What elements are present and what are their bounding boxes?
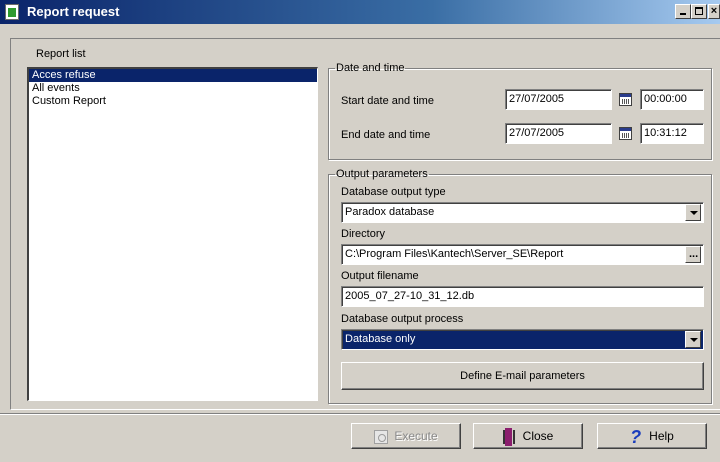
- date-time-legend: Date and time: [336, 62, 405, 74]
- output-filename-field[interactable]: 2005_07_27-10_31_12.db: [341, 286, 704, 307]
- chevron-down-icon: [690, 338, 698, 342]
- close-window-button[interactable]: ×: [708, 4, 720, 19]
- report-list-label: Report list: [36, 48, 86, 60]
- start-date-label: Start date and time: [341, 95, 434, 107]
- ellipsis-icon: ...: [689, 248, 699, 260]
- end-date-label: End date and time: [341, 129, 431, 141]
- close-button[interactable]: Close: [473, 423, 583, 449]
- directory-field[interactable]: C:\Program Files\Kantech\Server_SE\Repor…: [341, 244, 704, 265]
- output-parameters-legend: Output parameters: [336, 168, 428, 180]
- calendar-icon[interactable]: [619, 93, 632, 106]
- report-request-window: Report request × Report list Acces refus…: [0, 0, 720, 462]
- execute-button[interactable]: Execute: [351, 423, 461, 449]
- door-icon: [502, 427, 517, 446]
- end-time-field[interactable]: 10:31:12: [640, 123, 704, 144]
- app-icon: [5, 4, 19, 20]
- end-date-field[interactable]: 27/07/2005: [505, 123, 612, 144]
- db-process-label: Database output process: [341, 313, 464, 325]
- start-date-field[interactable]: 27/07/2005: [505, 89, 612, 110]
- execute-icon: [374, 429, 389, 444]
- maximize-icon: [695, 7, 703, 15]
- window-title: Report request: [27, 4, 120, 19]
- list-item[interactable]: Custom Report: [29, 95, 317, 108]
- db-process-dropdown-button[interactable]: [685, 331, 701, 348]
- browse-button[interactable]: ...: [685, 246, 701, 263]
- calendar-icon[interactable]: [619, 127, 632, 140]
- close-label: Close: [522, 429, 554, 443]
- question-icon: ?: [630, 426, 642, 447]
- directory-label: Directory: [341, 228, 386, 240]
- date-time-group: Date and time: [328, 62, 712, 160]
- db-type-dropdown-button[interactable]: [685, 204, 701, 221]
- start-time-field[interactable]: 00:00:00: [640, 89, 704, 110]
- chevron-down-icon: [690, 211, 698, 215]
- maximize-button[interactable]: [691, 4, 707, 19]
- close-icon: ×: [710, 5, 718, 17]
- execute-label: Execute: [394, 429, 438, 443]
- bottom-separator: [0, 413, 720, 415]
- help-button[interactable]: ? Help: [597, 423, 707, 449]
- minimize-icon: [680, 13, 686, 15]
- list-item[interactable]: Acces refuse: [29, 69, 317, 82]
- list-item[interactable]: All events: [29, 82, 317, 95]
- db-type-select[interactable]: Paradox database: [341, 202, 704, 223]
- db-type-label: Database output type: [341, 186, 446, 198]
- define-email-button[interactable]: Define E-mail parameters: [341, 362, 704, 390]
- report-list[interactable]: Acces refuse All events Custom Report: [27, 67, 318, 401]
- title-bar[interactable]: Report request ×: [0, 0, 720, 24]
- help-label: Help: [649, 429, 674, 443]
- output-filename-label: Output filename: [341, 270, 419, 282]
- minimize-button[interactable]: [675, 4, 691, 19]
- db-process-select[interactable]: Database only: [341, 329, 704, 350]
